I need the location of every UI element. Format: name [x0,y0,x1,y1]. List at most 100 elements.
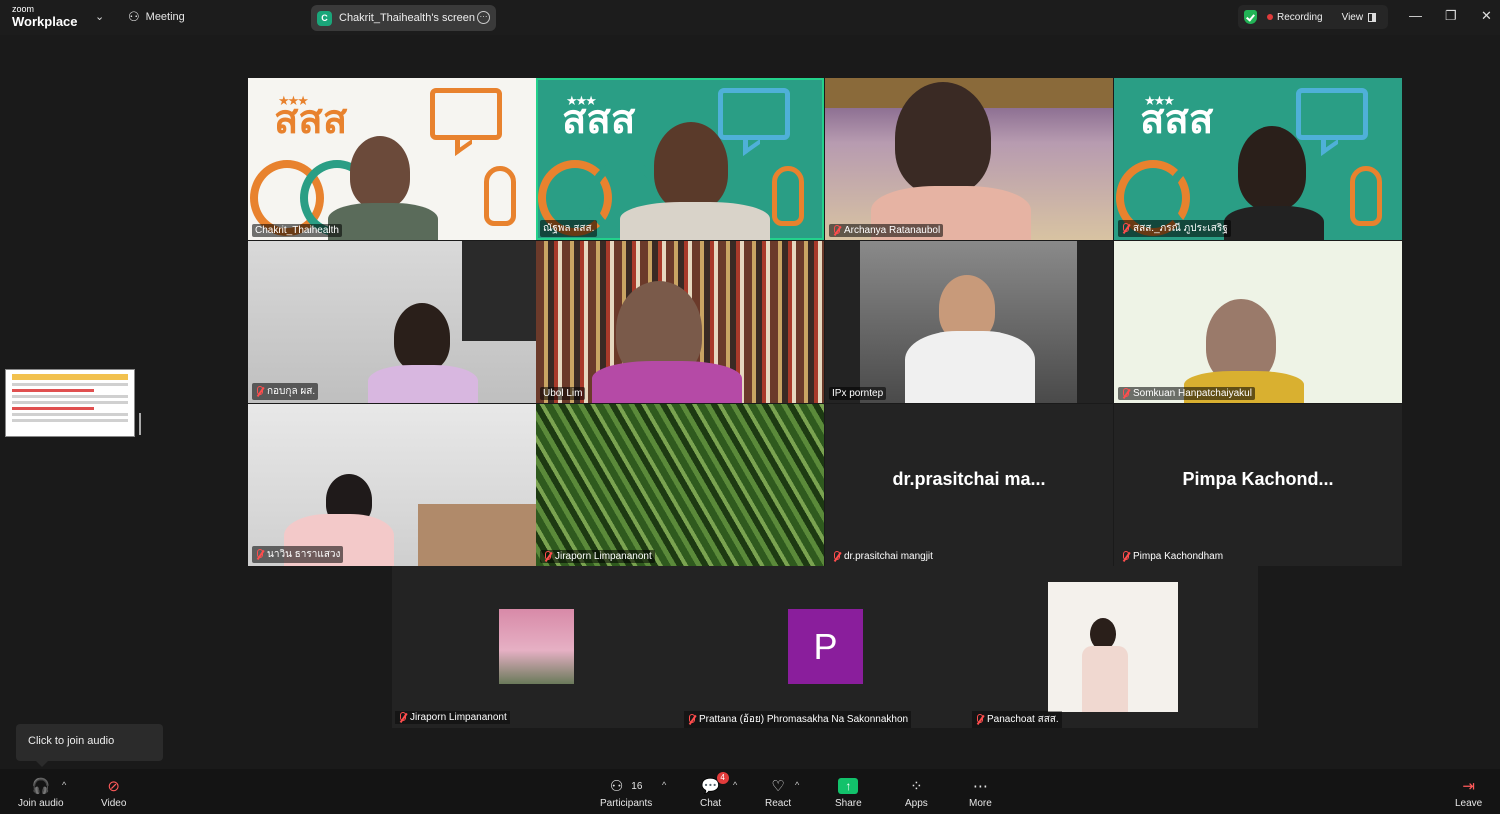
participant-display-name: dr.prasitchai ma... [892,469,1046,489]
video-tile[interactable]: Archanya Ratanaubol [825,78,1113,240]
recording-dot-icon [1267,14,1273,20]
lightbulb-graphic [484,166,516,226]
video-tile[interactable]: ★★★ สสส สสส._ภรณี ภูประเสริฐ [1114,78,1402,240]
participants-caret-icon[interactable]: ^ [662,780,666,790]
audio-options-caret-icon[interactable]: ^ [62,780,66,790]
apps-button[interactable]: ⁘ Apps [905,777,928,809]
chat-button[interactable]: 💬 4 Chat [700,772,729,809]
video-tile-camera-off[interactable]: dr.prasitchai ma... dr.prasitchai mangji… [825,404,1113,566]
participant-name-label: dr.prasitchai mangjit [829,550,936,563]
view-layout-icon [1368,12,1377,22]
meeting-info-button[interactable]: ⚇ Meeting [128,9,185,25]
lightbulb-graphic [1350,166,1382,226]
participant-head [1238,126,1306,210]
people-icon: ⚇ [128,9,140,24]
muted-mic-icon [1121,551,1130,562]
logo-top-text: zoom [12,4,35,14]
avatar-photo[interactable] [1048,582,1178,712]
close-icon[interactable]: ✕ [1481,8,1492,24]
chat-icon: 💬 4 [701,772,729,795]
participants-label: Participants [600,798,653,809]
infinity-graphic [1116,156,1240,236]
shared-screen-thumbnail[interactable] [5,369,135,437]
react-button[interactable]: ♡ React [765,777,791,809]
avatar-photo[interactable] [499,609,574,684]
muted-mic-icon [543,551,552,562]
chat-caret-icon[interactable]: ^ [733,780,737,790]
participants-button[interactable]: ⚇ 16 Participants [600,777,652,809]
more-dots-icon: ⋯ [972,778,988,795]
join-audio-button[interactable]: 🎧 Join audio [18,777,64,809]
leave-icon: ⇥ [1462,778,1475,795]
muted-mic-icon [398,712,407,723]
muted-mic-icon [255,549,264,560]
muted-mic-icon [687,714,696,725]
participant-body [1224,206,1324,240]
background-screen [462,241,536,341]
thumbnail-header [12,374,128,380]
restore-icon[interactable]: ❐ [1445,8,1457,24]
title-bar: zoom Workplace ⌄ ⚇ Meeting C Chakrit_Tha… [0,0,1500,35]
shared-screen-pill[interactable]: C Chakrit_Thaihealth's screen ··· [311,5,496,31]
video-tile[interactable]: นาวิน ธาราแสวง [248,404,536,566]
minimize-icon[interactable]: — [1409,8,1422,23]
participant-head [350,136,410,208]
background-desk [418,504,536,566]
thumbnail-line [12,419,128,422]
avatar-initial[interactable]: P [788,609,863,684]
logo-bottom-text: Workplace [12,14,78,29]
more-button[interactable]: ⋯ More [969,777,992,809]
participant-name-label: Archanya Ratanaubol [829,224,944,237]
participant-name-label: Chakrit_Thaihealth [252,224,342,237]
thumbnail-line [12,389,94,392]
apps-icon: ⁘ [910,778,923,795]
react-caret-icon[interactable]: ^ [795,780,799,790]
muted-mic-icon [1121,223,1130,234]
thumbnail-line [12,407,94,410]
speech-bubble-graphic [1296,88,1368,140]
participant-name-label: Somkuan Hanpatchaiyakul [1118,387,1255,400]
thumbnail-line [12,395,128,398]
heart-icon: ♡ [771,778,785,795]
recording-label[interactable]: Recording [1277,12,1323,23]
view-button[interactable]: View [1342,12,1377,23]
video-tile-active-speaker[interactable]: ★★★ สสส ณัฐพล สสส. [536,78,824,240]
join-audio-label: Join audio [18,798,64,809]
muted-mic-icon [832,225,841,236]
video-tile[interactable]: กอบกุล ผส. [248,241,536,403]
security-shield-icon[interactable] [1244,10,1257,24]
participant-head [654,122,728,210]
participant-body [620,202,770,240]
panel-resize-handle[interactable] [139,413,141,435]
sharer-initial-icon: C [317,10,332,26]
thumbnail-line [12,401,128,404]
participant-name-label: นาวิน ธาราแสวง [252,546,344,563]
view-label: View [1341,11,1364,23]
zoom-logo: zoom Workplace [12,4,78,29]
video-tile[interactable]: IPx porntep [825,241,1113,403]
more-label: More [969,798,992,809]
participant-name-label: ณัฐพล สสส. [540,220,598,237]
chat-label: Chat [700,798,722,809]
participant-body [905,331,1035,403]
leave-button[interactable]: ⇥ Leave [1455,777,1482,809]
video-tile[interactable]: Ubol Lim [536,241,824,403]
participants-count: 16 [631,780,643,792]
video-tile[interactable]: ★★★ สสส Chakrit_Thaihealth [248,78,536,240]
video-off-icon: ⊘ [107,778,120,795]
video-tile-camera-off[interactable]: Pimpa Kachond... Pimpa Kachondham [1114,404,1402,566]
video-tile[interactable]: Somkuan Hanpatchaiyakul [1114,241,1402,403]
react-label: React [765,798,792,809]
participant-name-label: Ubol Lim [540,387,586,400]
join-audio-tooltip[interactable]: Click to join audio [16,724,163,767]
video-button[interactable]: ⊘ Video [101,777,126,809]
more-options-icon[interactable]: ··· [477,11,490,24]
headphones-icon: 🎧 [31,778,51,795]
avatar-body [1082,646,1128,712]
lightbulb-graphic [772,166,804,226]
participant-name-label: Jiraporn Limpananont [540,550,655,563]
video-tile[interactable]: Jiraporn Limpananont [536,404,824,566]
chevron-down-icon[interactable]: ⌄ [95,10,104,23]
participant-name-label: กอบกุล ผส. [252,383,319,400]
share-button[interactable]: ↑ Share [835,777,862,809]
